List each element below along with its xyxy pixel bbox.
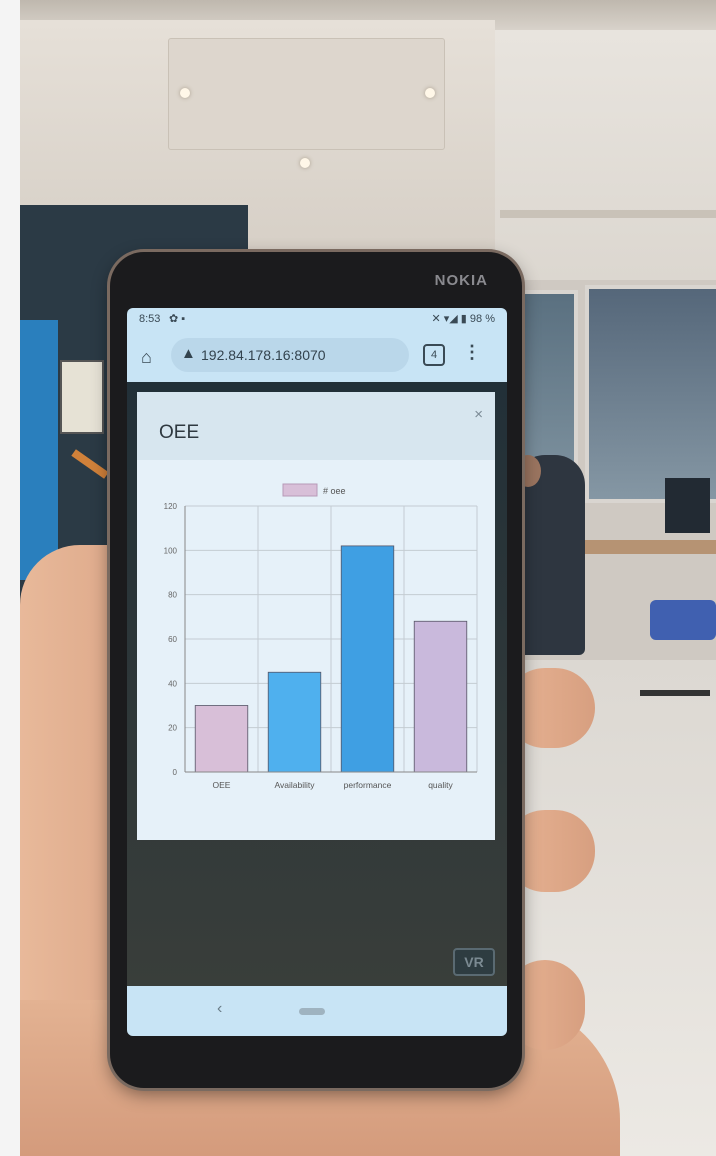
- url-field[interactable]: ▲ 192.84.178.16:8070: [171, 338, 409, 372]
- x-tick-label: Availability: [274, 780, 315, 790]
- status-bar: 8:53 ✿ ▪ ✕ ▾◢ ▮ 98 %: [127, 308, 507, 330]
- machine-frame: [20, 320, 58, 580]
- y-tick-label: 80: [168, 591, 177, 600]
- x-tick-label: quality: [428, 780, 453, 790]
- y-tick-label: 100: [164, 546, 178, 555]
- oee-bar-chart: # oee 0 20 40 60 80 100 120 OEE Availability perfo…: [164, 483, 478, 790]
- monitor: [665, 478, 710, 533]
- tabs-icon[interactable]: 4: [423, 344, 445, 366]
- shelf: [500, 210, 716, 218]
- chair-leg: [640, 690, 710, 696]
- back-wall: [495, 30, 716, 280]
- y-tick-label: 60: [168, 635, 177, 644]
- back-icon[interactable]: ‹: [217, 1000, 222, 1018]
- legend-label: # oee: [323, 486, 346, 496]
- bar-quality: [413, 620, 468, 773]
- notification-icons: ✿ ▪: [169, 313, 186, 325]
- desk: [570, 540, 716, 554]
- phone: NOKIA 8:53 ✿ ▪ ✕ ▾◢ ▮ 98 % ⌂ ▲ 192.84.17…: [110, 252, 522, 1088]
- screw: [300, 158, 310, 168]
- chair: [650, 600, 716, 640]
- nav-bar: ‹: [127, 986, 507, 1036]
- system-icons: ✕ ▾◢ ▮ 98 %: [431, 313, 496, 325]
- chart-area: # oee 0 20 40 60 80 100 120 OEE Availability perfo…: [137, 460, 495, 840]
- modal-header: OEE ×: [137, 392, 495, 460]
- bar-oee: [194, 705, 249, 773]
- machine-panel: [60, 360, 104, 434]
- window: [585, 285, 716, 503]
- bar-performance: [340, 545, 395, 773]
- screw: [425, 88, 435, 98]
- warning-icon[interactable]: ▲: [181, 345, 196, 362]
- x-tick-label: performance: [344, 780, 392, 790]
- home-pill-icon[interactable]: [299, 1008, 325, 1015]
- menu-icon[interactable]: ⋮: [463, 342, 481, 363]
- left-edge: [0, 0, 20, 1156]
- phone-brand: NOKIA: [434, 272, 488, 289]
- browser-toolbar: ⌂ ▲ 192.84.178.16:8070 4 ⋮: [127, 330, 507, 382]
- y-tick-label: 40: [168, 679, 177, 688]
- x-tick-label: OEE: [213, 780, 231, 790]
- url-text[interactable]: 192.84.178.16:8070: [201, 347, 326, 363]
- y-tick-label: 120: [164, 502, 178, 511]
- cabinet-plate: [168, 38, 445, 150]
- bar-availability: [267, 671, 322, 773]
- oee-modal: OEE × # oee 0 20 40 60 80 100 120 OEE Availabilit…: [137, 392, 495, 840]
- phone-screen: 8:53 ✿ ▪ ✕ ▾◢ ▮ 98 % ⌂ ▲ 192.84.178.16:8…: [127, 308, 507, 1036]
- y-tick-label: 20: [168, 724, 177, 733]
- status-time: 8:53: [139, 313, 161, 325]
- modal-title: OEE: [159, 422, 200, 443]
- y-tick-label: 0: [173, 768, 178, 777]
- legend-swatch: [282, 483, 318, 497]
- close-icon[interactable]: ×: [474, 406, 483, 423]
- home-icon[interactable]: ⌂: [141, 347, 152, 368]
- vr-button[interactable]: VR: [453, 948, 495, 976]
- screw: [180, 88, 190, 98]
